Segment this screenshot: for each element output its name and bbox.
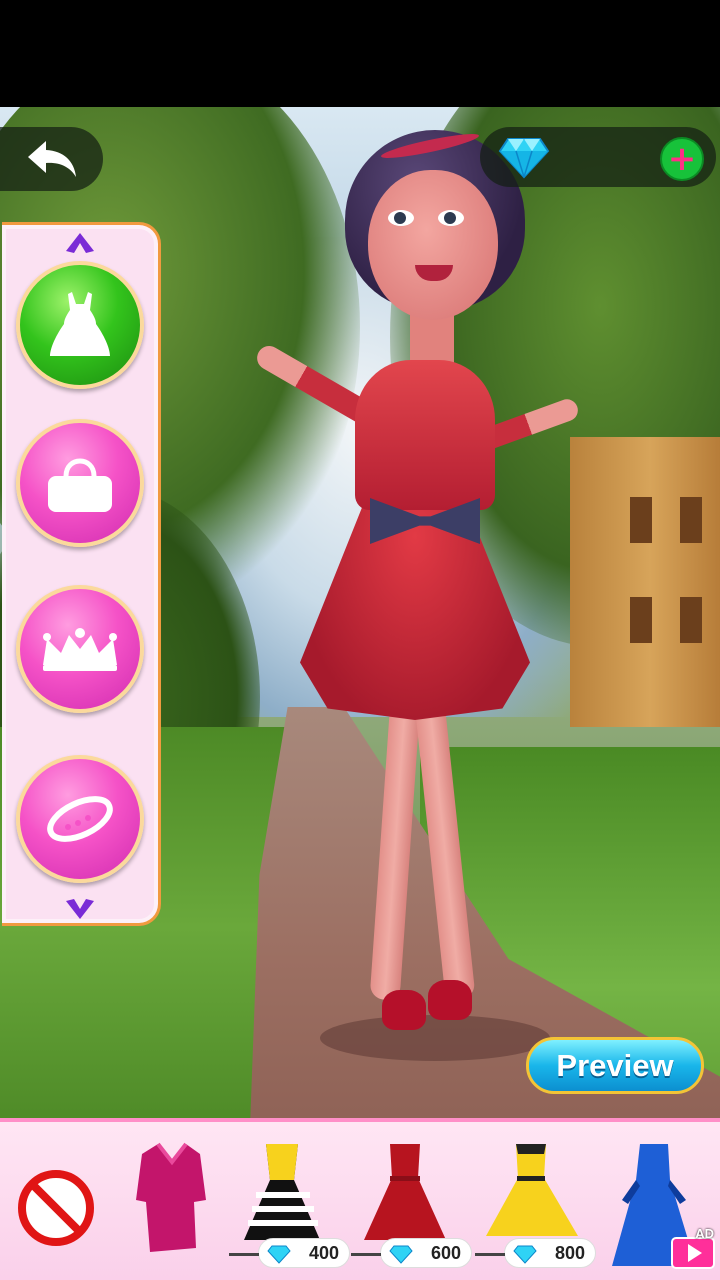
tray-item-blue-gown[interactable]: AD xyxy=(606,1140,718,1272)
bracelet-icon xyxy=(47,796,113,842)
no-item-icon[interactable] xyxy=(16,1168,96,1248)
price-connector xyxy=(475,1253,505,1256)
leg-left xyxy=(369,699,421,1001)
price-value: 400 xyxy=(308,1242,339,1263)
tray-item-red-lace-dress[interactable]: 600 xyxy=(351,1140,472,1272)
chevron-up-icon[interactable] xyxy=(64,231,96,255)
diamond-icon xyxy=(267,1245,291,1264)
tray-item-yellow-flare-dress[interactable]: 800 xyxy=(475,1140,596,1272)
category-crowns-button[interactable] xyxy=(16,585,144,713)
handbag-icon xyxy=(48,458,112,512)
category-bracelets-button[interactable] xyxy=(16,755,144,883)
price-value: 800 xyxy=(554,1242,585,1263)
shoe-right xyxy=(428,980,472,1020)
shoe-left xyxy=(382,990,426,1030)
back-button[interactable] xyxy=(0,127,103,191)
price-connector xyxy=(351,1253,381,1256)
price-value: 600 xyxy=(430,1242,461,1263)
price-tag-800: 800 xyxy=(475,1238,596,1268)
preview-button[interactable]: Preview xyxy=(526,1037,704,1094)
tray-item-yellow-striped-dress[interactable]: 400 xyxy=(229,1140,350,1272)
crown-icon xyxy=(43,628,117,671)
yellow-dress-image xyxy=(486,1144,578,1236)
outfit-tray: 400 600 800 AD xyxy=(0,1118,720,1280)
striped-dress-image xyxy=(244,1144,320,1240)
diamond-icon xyxy=(498,138,550,179)
diamond-icon xyxy=(389,1245,413,1264)
category-sidebar xyxy=(2,222,161,926)
diamond-icon xyxy=(513,1245,537,1264)
gem-balance-bar: + xyxy=(480,127,716,187)
dress-icon xyxy=(50,292,110,356)
leg-right xyxy=(414,699,476,1001)
watch-ad-badge[interactable]: AD xyxy=(670,1226,716,1270)
status-bar xyxy=(0,0,720,107)
category-dresses-button[interactable] xyxy=(16,261,144,389)
coat-dress-image xyxy=(136,1142,206,1252)
face xyxy=(368,170,498,320)
avatar-character xyxy=(230,120,590,1061)
eye-left xyxy=(388,210,414,226)
price-tag-600: 600 xyxy=(351,1238,472,1268)
red-dress-image xyxy=(364,1144,446,1240)
character-shadow xyxy=(320,1015,550,1061)
price-tag-400: 400 xyxy=(229,1238,350,1268)
building xyxy=(570,437,720,727)
tray-item-magenta-coat-dress[interactable] xyxy=(128,1140,238,1272)
ad-label: AD xyxy=(695,1226,714,1241)
eye-right xyxy=(438,210,464,226)
plus-icon: + xyxy=(667,139,697,179)
category-bags-button[interactable] xyxy=(16,419,144,547)
price-connector xyxy=(229,1253,259,1256)
back-arrow-icon xyxy=(27,141,76,177)
add-gems-button[interactable]: + xyxy=(660,137,704,181)
dress-bodice xyxy=(355,360,495,510)
chevron-down-icon[interactable] xyxy=(64,897,96,921)
